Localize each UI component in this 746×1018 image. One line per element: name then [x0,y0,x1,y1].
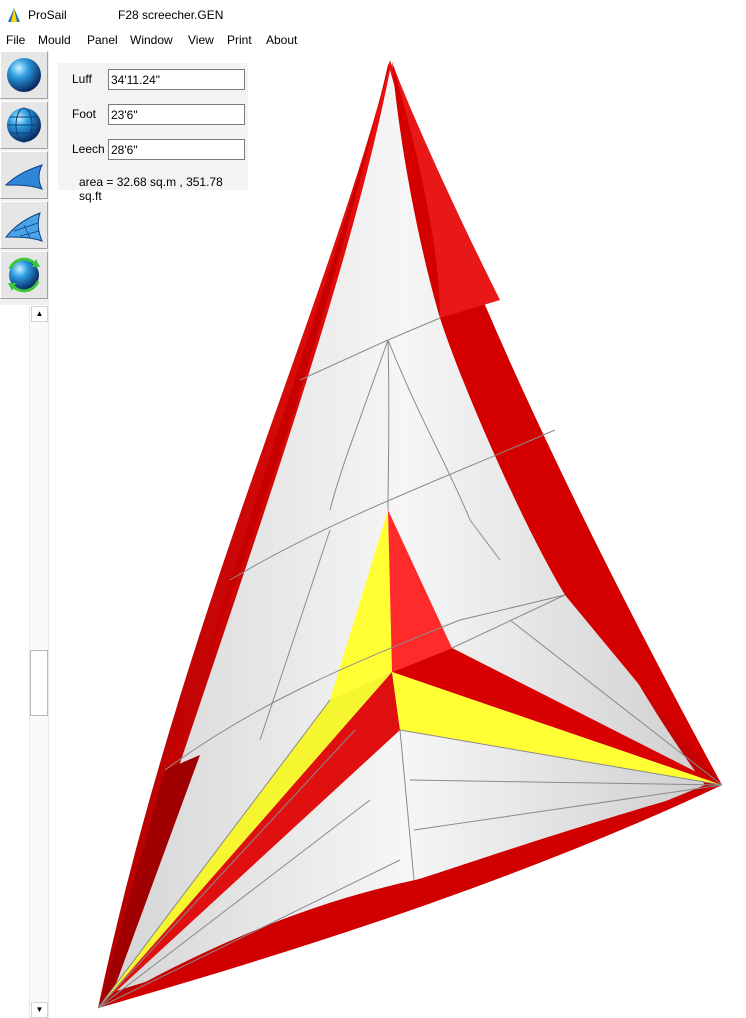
foot-field[interactable] [108,104,245,125]
foot-row: Foot [58,101,248,125]
tool-button-sail-mesh[interactable] [0,201,48,249]
leech-row: Leech [58,136,248,160]
vertical-scrollbar[interactable]: ▲ ▼ [29,306,49,1018]
tool-palette [0,51,49,305]
rotate-globe-icon [8,257,40,293]
foot-label: Foot [72,107,97,121]
sail-shape-icon [4,164,43,190]
tool-button-globe[interactable] [0,101,48,149]
area-readout: area = 32.68 sq.m , 351.78 sq.ft [79,175,223,203]
luff-row: Luff [58,66,248,90]
sphere-icon [7,58,41,92]
tool-button-sail-shape[interactable] [0,151,48,199]
luff-field[interactable] [108,69,245,90]
leech-label: Leech [72,142,105,156]
scroll-thumb[interactable] [30,650,48,716]
globe-grid-icon [7,107,41,143]
sail-mesh-icon [4,212,43,242]
sail-body-white [103,70,705,995]
leech-field[interactable] [108,139,245,160]
scroll-down-arrow-icon[interactable]: ▼ [31,1002,48,1018]
scroll-up-arrow-icon[interactable]: ▲ [31,306,48,322]
tool-button-sphere[interactable] [0,51,48,99]
sail-dimensions-panel: Luff Foot Leech area = 32.68 sq.m , 351.… [58,63,248,203]
tool-button-rotate[interactable] [0,251,48,299]
luff-label: Luff [72,72,92,86]
